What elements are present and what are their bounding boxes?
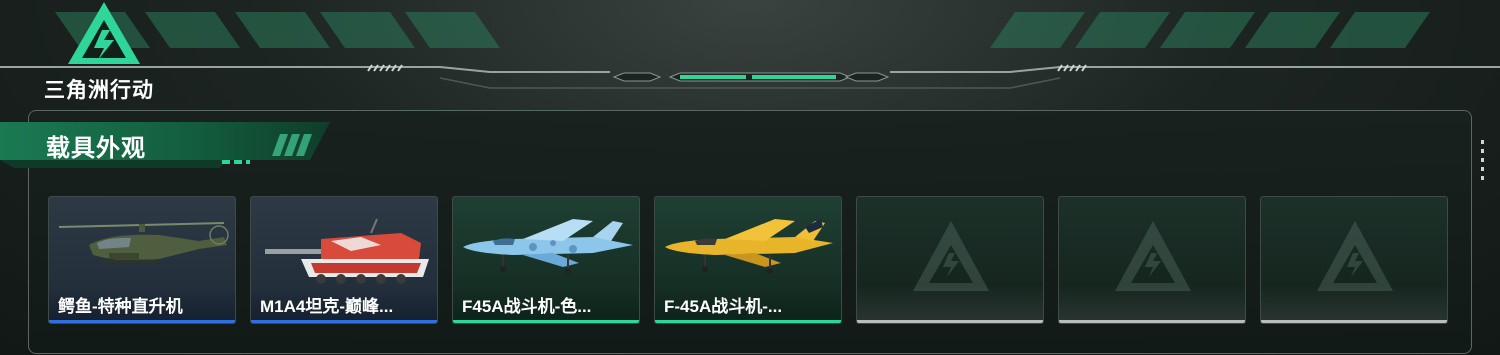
empty-slot-logo-icon [1317,221,1393,291]
rarity-bar [453,320,639,323]
vehicle-card-jet[interactable]: F-45A战斗机-... [654,196,842,324]
empty-slot-card[interactable] [1260,196,1448,324]
vehicle-name: F-45A战斗机-... [664,297,783,316]
section-title: 载具外观 [46,135,146,162]
empty-slot-card[interactable] [856,196,1044,324]
rarity-bar [49,320,235,323]
vehicle-name: M1A4坦克-巅峰... [260,297,394,316]
scroll-indicator-dots [1481,140,1484,180]
logo-text: 三角洲行动 [44,79,154,102]
rarity-bar [251,320,437,323]
vehicle-name: F45A战斗机-色... [462,297,592,316]
empty-slot-card[interactable] [1058,196,1246,324]
rarity-bar [1059,320,1245,323]
helicopter-icon [58,222,229,263]
empty-slot-logo-icon [1115,221,1191,291]
rarity-bar [1261,320,1447,323]
fighter-jet-icon [665,219,833,274]
rarity-bar [655,320,841,323]
top-decor-bar [0,12,1500,89]
empty-slot-logo-icon [913,221,989,291]
vehicle-name: 鳄鱼-特种直升机 [58,297,183,316]
vehicle-card-jet[interactable]: F45A战斗机-色... [452,196,640,324]
fighter-jet-icon [463,219,633,274]
rarity-bar [857,320,1043,323]
tank-icon [265,218,429,284]
vehicle-card-helicopter[interactable]: 鳄鱼-特种直升机 [48,196,236,324]
vehicle-card-tank[interactable]: M1A4坦克-巅峰... [250,196,438,324]
